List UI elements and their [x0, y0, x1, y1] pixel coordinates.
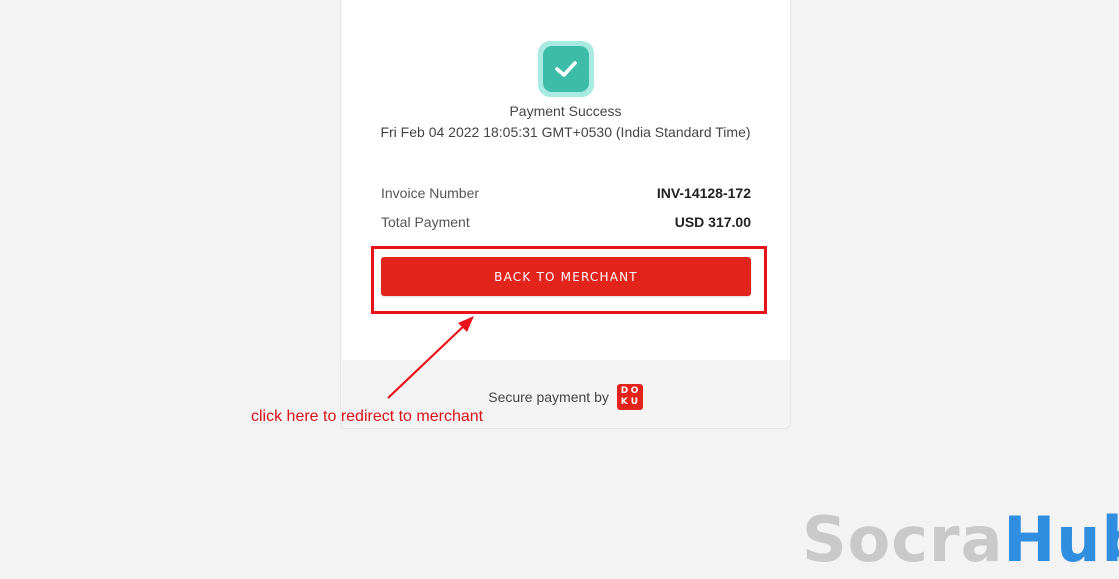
doku-logo: D O K U	[616, 384, 643, 410]
total-label: Total Payment	[381, 214, 470, 230]
watermark-part2: Hub	[1003, 503, 1119, 576]
success-check-icon	[538, 41, 594, 97]
check-icon	[555, 61, 577, 77]
socrahub-watermark: SocraHub	[802, 505, 1119, 575]
secure-text: Secure payment by	[488, 389, 609, 405]
invoice-row: Invoice Number INV-14128-172	[381, 185, 751, 205]
total-row: Total Payment USD 317.00	[381, 214, 751, 234]
payment-date: Fri Feb 04 2022 18:05:31 GMT+0530 (India…	[380, 124, 751, 140]
annotation-text: click here to redirect to merchant	[251, 408, 484, 425]
invoice-label: Invoice Number	[381, 185, 480, 201]
status-title: Payment Success	[509, 103, 622, 119]
invoice-value: INV-14128-172	[656, 185, 751, 201]
highlight-box	[371, 246, 767, 314]
arrow-icon	[387, 316, 474, 399]
total-value: USD 317.00	[674, 214, 751, 230]
watermark-part1: Socra	[802, 503, 1004, 576]
